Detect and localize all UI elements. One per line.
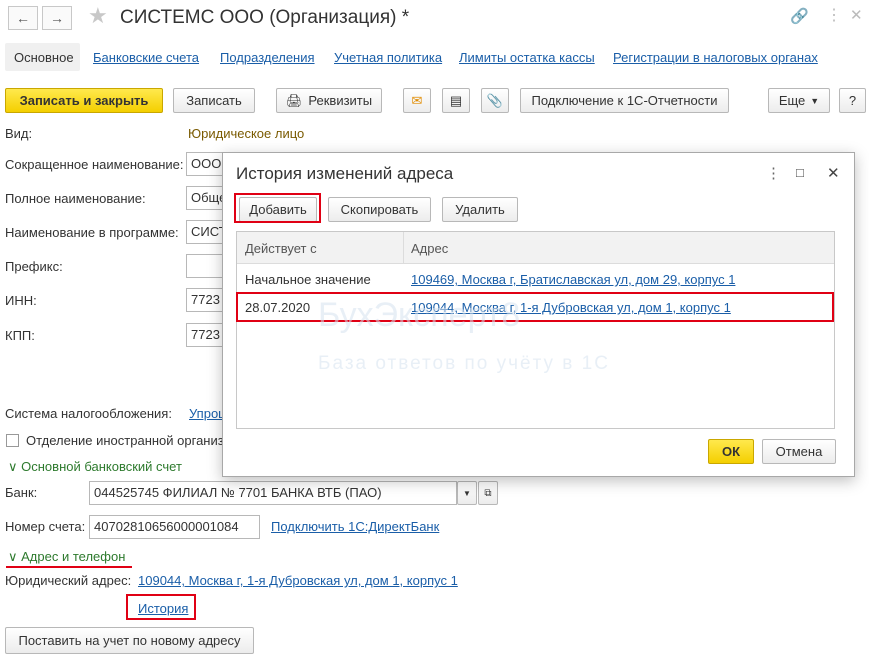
chevron-down-icon: ∨	[8, 459, 18, 474]
address-history-dialog: История изменений адреса ⋮ □ ✕ Добавить …	[222, 152, 855, 477]
tab-cash-limits[interactable]: Лимиты остатка кассы	[459, 50, 595, 65]
prefix-label: Префикс:	[5, 259, 63, 274]
tax-system-label: Система налогообложения:	[5, 406, 172, 421]
printer-icon: 🖨	[285, 92, 303, 108]
more-label: Еще	[778, 93, 806, 108]
copy-button[interactable]: Скопировать	[328, 197, 431, 222]
document-button[interactable]: ▤	[442, 88, 470, 113]
watermark-brand: БухЭксперт8	[318, 296, 521, 334]
arrow-right-icon: →	[50, 10, 64, 26]
legal-address-label: Юридический адрес:	[5, 573, 132, 588]
short-name-label: Сокращенное наименование:	[5, 157, 184, 172]
envelope-icon: ✉	[411, 92, 423, 108]
dialog-title: История изменений адреса	[236, 164, 454, 183]
foreign-branch-label: Отделение иностранной организ	[26, 433, 224, 448]
bank-open-button[interactable]: ⧉	[478, 481, 498, 505]
directbank-link[interactable]: Подключить 1С:ДиректБанк	[271, 519, 439, 534]
column-header-date[interactable]: Действует с	[245, 241, 317, 256]
row-date[interactable]: Начальное значение	[245, 272, 371, 287]
watermark-tagline: База ответов по учёту в 1С	[318, 353, 610, 374]
inn-field[interactable]: 7723	[186, 288, 226, 312]
ok-button[interactable]: ОК	[708, 439, 754, 464]
cancel-button[interactable]: Отмена	[762, 439, 836, 464]
bank-field[interactable]: 044525745 ФИЛИАЛ № 7701 БАНКА ВТБ (ПАО)	[89, 481, 457, 505]
details-button[interactable]: 🖨 Реквизиты	[276, 88, 382, 113]
mail-button[interactable]: ✉	[403, 88, 431, 113]
save-and-close-button[interactable]: Записать и закрыть	[5, 88, 163, 113]
program-name-label: Наименование в программе:	[5, 225, 179, 240]
vid-value[interactable]: Юридическое лицо	[188, 126, 304, 141]
legal-address-link[interactable]: 109044, Москва г, 1-я Дубровская ул, дом…	[138, 573, 458, 588]
tab-bank-accounts[interactable]: Банковские счета	[93, 50, 199, 65]
history-link[interactable]: История	[138, 601, 188, 616]
close-icon[interactable]: ✕	[850, 6, 863, 24]
connect-reporting-button[interactable]: Подключение к 1С-Отчетности	[520, 88, 729, 113]
close-icon[interactable]: ✕	[827, 164, 840, 182]
prefix-field[interactable]	[186, 254, 226, 278]
tab-departments[interactable]: Подразделения	[220, 50, 315, 65]
account-number-field[interactable]: 40702810656000001084	[89, 515, 260, 539]
full-name-label: Полное наименование:	[5, 191, 146, 206]
row-address-link[interactable]: 109469, Москва г, Братиславская ул, дом …	[411, 272, 735, 287]
column-header-address[interactable]: Адрес	[411, 241, 448, 256]
tab-accounting-policy[interactable]: Учетная политика	[334, 50, 442, 65]
tab-tax-registrations[interactable]: Регистрации в налоговых органах	[613, 50, 818, 65]
maximize-icon[interactable]: □	[796, 165, 804, 180]
full-name-field[interactable]: Обще	[186, 186, 226, 210]
address-section-toggle[interactable]: ∨ Адрес и телефон	[8, 549, 125, 565]
chevron-down-icon: ▼	[463, 488, 471, 498]
bank-section-title: Основной банковский счет	[21, 459, 182, 474]
save-button[interactable]: Записать	[173, 88, 255, 113]
kpp-label: КПП:	[5, 328, 35, 343]
vid-label: Вид:	[5, 126, 33, 141]
document-icon: ▤	[449, 92, 463, 108]
favorite-star-icon[interactable]: ★	[88, 3, 108, 29]
delete-button[interactable]: Удалить	[442, 197, 518, 222]
short-name-field[interactable]: ООО	[186, 152, 226, 176]
address-section-title: Адрес и телефон	[21, 549, 126, 564]
more-vertical-icon[interactable]: ⋮	[766, 164, 781, 182]
attach-button[interactable]: 📎	[481, 88, 509, 113]
program-name-field[interactable]: СИСТ	[186, 220, 226, 244]
arrow-left-icon: ←	[16, 10, 30, 26]
address-section-underline	[6, 566, 132, 568]
tab-main[interactable]: Основное	[14, 50, 74, 65]
more-vertical-icon[interactable]: ⋮	[826, 5, 842, 25]
link-icon[interactable]: 🔗	[790, 7, 809, 25]
table-header	[237, 232, 834, 264]
header-divider	[403, 232, 404, 264]
bank-section-toggle[interactable]: ∨ Основной банковский счет	[8, 459, 182, 475]
bank-dropdown-button[interactable]: ▼	[457, 481, 477, 505]
account-number-label: Номер счета:	[5, 519, 86, 534]
back-button[interactable]: ←	[8, 6, 38, 30]
window-title: СИСТЕМС ООО (Организация) *	[120, 7, 410, 28]
inn-label: ИНН:	[5, 293, 37, 308]
add-button-highlight	[234, 193, 321, 223]
chevron-down-icon: ∨	[8, 549, 18, 564]
details-label: Реквизиты	[308, 93, 373, 108]
chevron-down-icon: ▼	[810, 95, 820, 106]
forward-button[interactable]: →	[42, 6, 72, 30]
bank-label: Банк:	[5, 485, 38, 500]
register-new-address-button[interactable]: Поставить на учет по новому адресу	[5, 627, 254, 654]
paperclip-icon: 📎	[486, 92, 504, 108]
foreign-branch-checkbox[interactable]	[6, 434, 19, 447]
kpp-field[interactable]: 7723	[186, 323, 226, 347]
help-button[interactable]: ?	[839, 88, 866, 113]
open-icon: ⧉	[484, 487, 492, 499]
more-menu-button[interactable]: Еще ▼	[768, 88, 830, 113]
